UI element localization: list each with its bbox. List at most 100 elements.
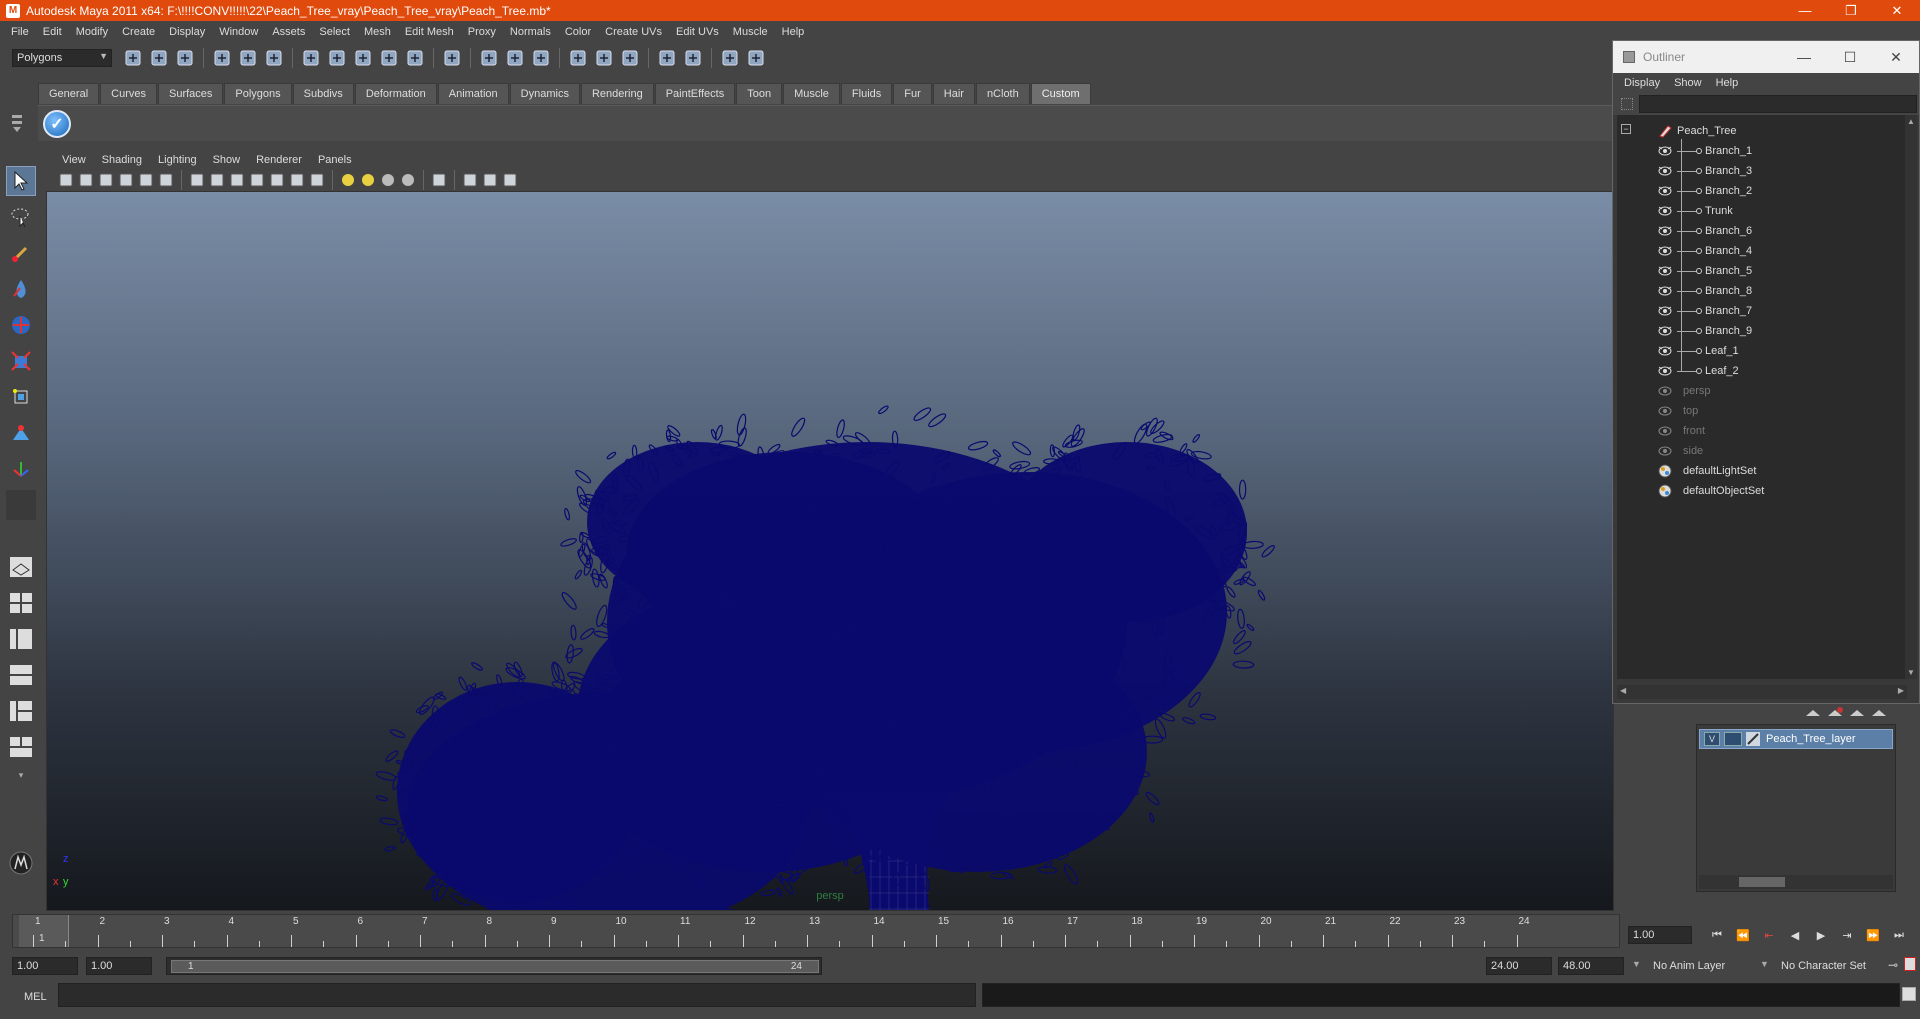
shelf-tab-curves[interactable]: Curves — [100, 83, 157, 104]
outliner-item-trunk[interactable]: Trunk — [1657, 201, 1733, 221]
layer-hscroll-thumb[interactable] — [1739, 877, 1785, 887]
play-backwards-button[interactable]: ◀ — [1782, 925, 1808, 945]
select-hierarchy-button[interactable] — [212, 48, 232, 68]
outliner-item-branch-3[interactable]: Branch_3 — [1657, 161, 1752, 181]
menu-mesh[interactable]: Mesh — [357, 26, 398, 38]
outliner-item-front[interactable]: front — [1657, 421, 1705, 441]
shelf-tab-general[interactable]: General — [38, 83, 100, 104]
outliner-item-branch-4[interactable]: Branch_4 — [1657, 241, 1752, 261]
shelf-tab-surfaces[interactable]: Surfaces — [157, 83, 224, 104]
step-back-key-button[interactable]: ⇤ — [1756, 925, 1782, 945]
layer-type-toggle[interactable] — [1724, 732, 1742, 746]
outliner-tree[interactable]: − Peach_Tree Branch_1 Branch_3 Branch_2 Trunk… — [1617, 115, 1907, 679]
shelf-tab-muscle[interactable]: Muscle — [783, 83, 840, 104]
shelf-tab-dynamics[interactable]: Dynamics — [509, 83, 580, 104]
minimize-button[interactable]: — — [1782, 0, 1828, 21]
save-scene-button[interactable] — [175, 48, 195, 68]
filter-icon[interactable] — [1621, 98, 1633, 110]
shelf-tab-animation[interactable]: Animation — [437, 83, 509, 104]
snap-point-button[interactable] — [353, 48, 373, 68]
highlight-selection-button[interactable] — [683, 48, 703, 68]
hud-button[interactable] — [482, 172, 498, 188]
film-gate-button[interactable] — [138, 172, 154, 188]
show-attribute-editor-button[interactable] — [568, 48, 588, 68]
script-editor-icon[interactable] — [1902, 987, 1916, 1001]
camera-attributes-button[interactable] — [58, 172, 74, 188]
bounding-box-button[interactable] — [269, 172, 285, 188]
layer-hscrollbar[interactable] — [1699, 875, 1893, 889]
outliner-menu-help[interactable]: Help — [1709, 77, 1746, 89]
new-scene-button[interactable] — [123, 48, 143, 68]
menu-display[interactable]: Display — [162, 26, 212, 38]
menu-set-dropdown[interactable]: Polygons ▼ — [12, 49, 112, 67]
shelf-tab-toon[interactable]: Toon — [736, 83, 783, 104]
layer-options-icon[interactable] — [1848, 706, 1866, 720]
shelf-tab-ncloth[interactable]: nCloth — [975, 83, 1030, 104]
outliner-menu-show[interactable]: Show — [1667, 77, 1709, 89]
image-plane-button[interactable] — [98, 172, 114, 188]
default-lighting-button[interactable] — [340, 172, 356, 188]
wireframe-button[interactable] — [189, 172, 205, 188]
menu-create-uvs[interactable]: Create UVs — [598, 26, 669, 38]
outliner-item-persp[interactable]: persp — [1657, 381, 1711, 401]
custom-layout-button[interactable] — [6, 732, 36, 762]
menu-assets[interactable]: Assets — [265, 26, 312, 38]
help-line-toggle-button[interactable] — [6, 848, 36, 878]
hypershade-layout-button[interactable] — [6, 696, 36, 726]
textured-button[interactable] — [309, 172, 325, 188]
mel-input[interactable] — [58, 983, 976, 1007]
bookmark-button[interactable] — [78, 172, 94, 188]
render-settings-button[interactable] — [531, 48, 551, 68]
single-perspective-layout-button[interactable] — [6, 552, 36, 582]
show-tool-settings-button[interactable] — [594, 48, 614, 68]
shelf-tab-hair[interactable]: Hair — [932, 83, 975, 104]
outliner-item-leaf-1[interactable]: Leaf_1 — [1657, 341, 1739, 361]
menu-proxy[interactable]: Proxy — [461, 26, 503, 38]
move-tool-button[interactable] — [6, 310, 36, 340]
select-object-button[interactable] — [238, 48, 258, 68]
persp-graph-layout-button[interactable] — [6, 660, 36, 690]
step-forward-frame-button[interactable]: ⏩ — [1860, 925, 1886, 945]
select-component-button[interactable] — [264, 48, 284, 68]
custom-shelf-check-icon[interactable]: ✓ — [43, 110, 71, 138]
outliner-minimize-button[interactable]: — — [1781, 41, 1827, 73]
step-back-frame-button[interactable]: ⏪ — [1730, 925, 1756, 945]
menu-edit-uvs[interactable]: Edit UVs — [669, 26, 726, 38]
menu-window[interactable]: Window — [212, 26, 265, 38]
menu-create[interactable]: Create — [115, 26, 162, 38]
outliner-item-branch-9[interactable]: Branch_9 — [1657, 321, 1752, 341]
outliner-menu-display[interactable]: Display — [1617, 77, 1667, 89]
select-tool-button[interactable] — [6, 166, 36, 196]
key-icon[interactable]: ⊸ — [1888, 958, 1898, 972]
play-forwards-button[interactable]: ▶ — [1808, 925, 1834, 945]
four-view-layout-button[interactable] — [6, 588, 36, 618]
scroll-left-icon[interactable]: ◀ — [1620, 686, 1626, 695]
character-set-dropdown[interactable]: No Character Set — [1776, 957, 1886, 975]
outliner-item-side[interactable]: side — [1657, 441, 1703, 461]
end-time-field[interactable]: 48.00 — [1558, 957, 1624, 975]
make-live-button[interactable] — [405, 48, 425, 68]
range-slider-handle[interactable]: 1 24 — [171, 960, 819, 973]
outliner-hscrollbar[interactable]: ◀ ▶ — [1617, 685, 1907, 699]
panel-menu-view[interactable]: View — [54, 154, 94, 166]
ipr-render-button[interactable] — [505, 48, 525, 68]
outliner-item-branch-1[interactable]: Branch_1 — [1657, 141, 1752, 161]
menu-muscle[interactable]: Muscle — [726, 26, 775, 38]
component-button[interactable] — [502, 172, 518, 188]
start-time-field[interactable]: 1.00 — [12, 957, 78, 975]
flat-shade-button[interactable] — [249, 172, 265, 188]
anim-prefs-icon[interactable] — [1904, 957, 1916, 971]
playback-start-field[interactable]: 1.00 — [86, 957, 152, 975]
outliner-item-branch-8[interactable]: Branch_8 — [1657, 281, 1752, 301]
render-view-button[interactable] — [746, 48, 766, 68]
outliner-close-button[interactable]: ✕ — [1873, 41, 1919, 73]
snap-grid-button[interactable] — [301, 48, 321, 68]
render-button[interactable] — [479, 48, 499, 68]
menu-help[interactable]: Help — [775, 26, 812, 38]
wireframe-on-shaded-button[interactable] — [229, 172, 245, 188]
shelf-tab-fur[interactable]: Fur — [893, 83, 932, 104]
show-channel-box-button[interactable] — [620, 48, 640, 68]
isolate-select-button[interactable] — [431, 172, 447, 188]
all-lights-button[interactable] — [360, 172, 376, 188]
panel-menu-renderer[interactable]: Renderer — [248, 154, 310, 166]
